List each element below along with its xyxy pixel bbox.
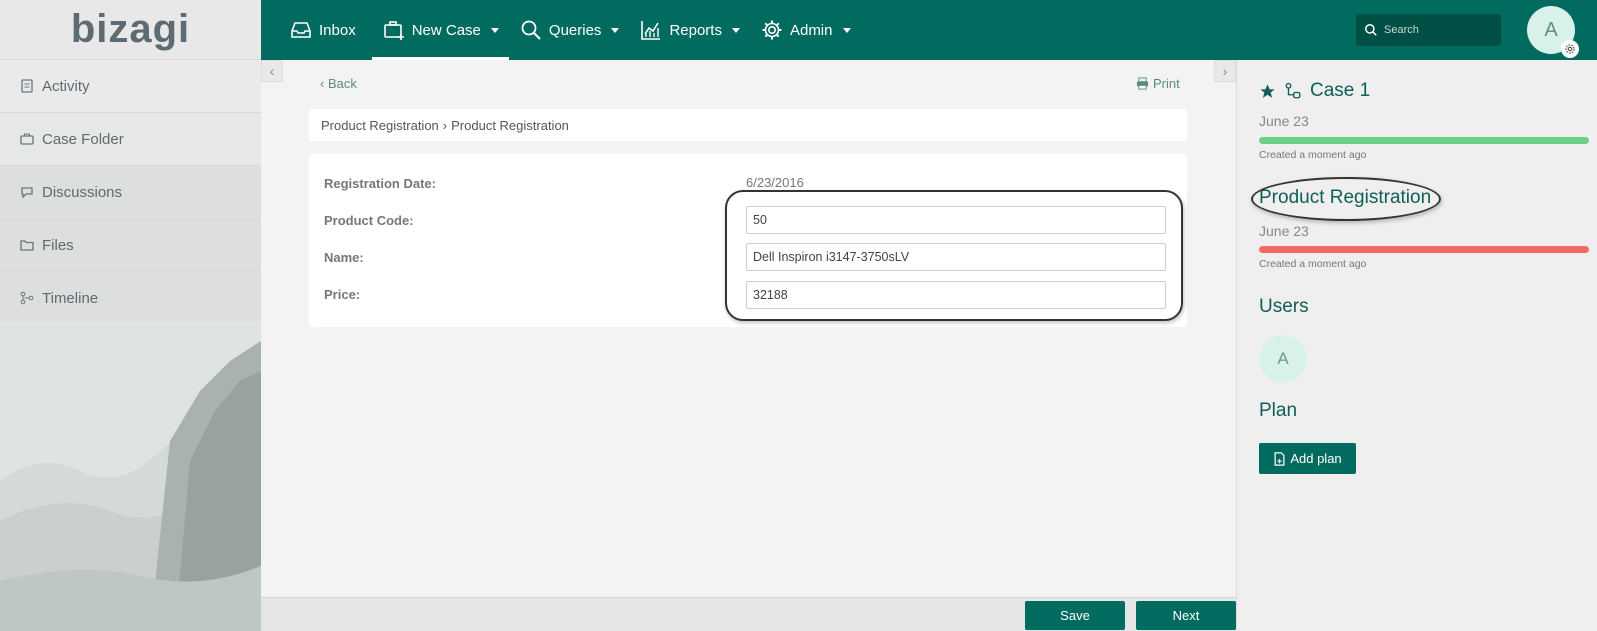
sidebar-item-files[interactable]: Files bbox=[0, 219, 261, 272]
inbox-icon bbox=[291, 22, 311, 38]
new-case-icon bbox=[383, 21, 404, 40]
nav-queries[interactable]: Queries bbox=[509, 0, 630, 60]
name-input[interactable] bbox=[746, 243, 1166, 271]
nav-reports-label: Reports bbox=[669, 21, 722, 39]
process-icon bbox=[1285, 82, 1301, 99]
back-link[interactable]: ‹ Back bbox=[320, 76, 357, 91]
case-summary-panel: Case 1 June 23 Created a moment ago Prod… bbox=[1236, 60, 1597, 631]
nav-inbox-label: Inbox bbox=[319, 21, 356, 39]
sidebar-item-label: Activity bbox=[42, 77, 90, 95]
search-input[interactable] bbox=[1384, 24, 1494, 36]
back-label: Back bbox=[327, 76, 357, 91]
search-icon bbox=[1365, 24, 1377, 36]
plan-section-title: Plan bbox=[1259, 400, 1298, 421]
top-navbar: Inbox New Case Queries Reports Admin A bbox=[261, 0, 1597, 60]
gear-icon bbox=[762, 20, 782, 40]
folder-icon bbox=[20, 240, 34, 251]
print-link[interactable]: Print bbox=[1136, 76, 1180, 91]
nav-reports[interactable]: Reports bbox=[629, 0, 750, 60]
name-label: Name: bbox=[324, 250, 364, 265]
users-section-title: Users bbox=[1259, 296, 1309, 317]
price-label: Price: bbox=[324, 287, 361, 302]
price-input[interactable] bbox=[746, 281, 1166, 309]
product-code-input[interactable] bbox=[746, 206, 1166, 234]
sidebar-item-label: Timeline bbox=[42, 289, 99, 307]
nav-inbox[interactable]: Inbox bbox=[279, 0, 366, 60]
nav-new-case[interactable]: New Case bbox=[371, 0, 510, 60]
add-plan-button[interactable]: Add plan bbox=[1259, 443, 1356, 474]
chevron-left-icon: ‹ bbox=[320, 76, 328, 91]
breadcrumb: Product Registration › Product Registrat… bbox=[309, 109, 1187, 141]
collapse-right-icon[interactable]: › bbox=[1214, 60, 1236, 82]
case-progress-bar bbox=[1259, 137, 1589, 144]
case-date: June 23 bbox=[1259, 113, 1309, 129]
sidebar-item-case-folder[interactable]: Case Folder bbox=[0, 113, 261, 166]
printer-icon bbox=[1136, 77, 1149, 90]
sidebar-item-discussions[interactable]: Discussions bbox=[0, 166, 261, 219]
task-progress-bar bbox=[1259, 246, 1589, 253]
case-title: Case 1 bbox=[1310, 80, 1371, 101]
timeline-icon bbox=[20, 291, 34, 305]
registration-date-value: 6/23/2016 bbox=[746, 175, 804, 190]
registration-date-label: Registration Date: bbox=[324, 176, 436, 191]
sidebar-item-label: Case Folder bbox=[42, 130, 124, 148]
settings-gear-icon[interactable] bbox=[1561, 40, 1579, 58]
chevron-down-icon bbox=[611, 27, 620, 33]
next-button[interactable]: Next bbox=[1136, 601, 1236, 630]
nav-queries-label: Queries bbox=[548, 21, 602, 39]
task-highlight-annotation bbox=[1251, 177, 1441, 221]
case-created-text: Created a moment ago bbox=[1259, 149, 1367, 161]
chevron-down-icon bbox=[731, 27, 740, 33]
search-icon bbox=[521, 20, 541, 40]
star-icon[interactable] bbox=[1259, 83, 1276, 100]
sidebar-item-timeline[interactable]: Timeline bbox=[0, 272, 261, 325]
sidebar-item-label: Files bbox=[42, 236, 74, 254]
case-folder-icon bbox=[20, 133, 34, 145]
case-header: Case 1 bbox=[1259, 80, 1370, 102]
breadcrumb-item[interactable]: Product Registration bbox=[451, 118, 569, 133]
avatar-initial: A bbox=[1544, 18, 1558, 41]
mountain-background-image bbox=[0, 321, 261, 631]
form-card: Registration Date: 6/23/2016 Product Cod… bbox=[309, 154, 1187, 327]
sidebar-item-label: Discussions bbox=[42, 183, 123, 201]
sidebar-item-activity[interactable]: Activity bbox=[0, 60, 261, 113]
main-content: ‹ › ‹ Back Print Product Registration › … bbox=[261, 60, 1236, 597]
chevron-down-icon bbox=[490, 27, 499, 33]
nav-admin[interactable]: Admin bbox=[750, 0, 861, 60]
task-created-text: Created a moment ago bbox=[1259, 258, 1367, 270]
breadcrumb-item[interactable]: Product Registration bbox=[321, 118, 439, 133]
task-date: June 23 bbox=[1259, 223, 1309, 239]
add-document-icon bbox=[1274, 451, 1285, 466]
chart-icon bbox=[641, 21, 661, 40]
search-box[interactable] bbox=[1356, 14, 1501, 46]
add-plan-label: Add plan bbox=[1290, 451, 1342, 466]
breadcrumb-separator: › bbox=[442, 117, 448, 133]
left-sidebar: bizagi Activity Case Folder Discussions … bbox=[0, 0, 261, 631]
product-code-label: Product Code: bbox=[324, 213, 414, 228]
action-footer: Save Next bbox=[261, 597, 1236, 631]
clipboard-icon bbox=[21, 79, 33, 93]
nav-new-case-label: New Case bbox=[411, 21, 481, 39]
assigned-user-avatar[interactable]: A bbox=[1259, 335, 1307, 383]
bizagi-logo[interactable]: bizagi bbox=[0, 0, 261, 60]
save-button[interactable]: Save bbox=[1025, 601, 1125, 630]
user-avatar[interactable]: A bbox=[1527, 6, 1579, 58]
avatar-initial: A bbox=[1277, 349, 1289, 368]
chat-bubble-icon bbox=[21, 187, 33, 199]
nav-admin-label: Admin bbox=[789, 21, 833, 39]
collapse-left-icon[interactable]: ‹ bbox=[261, 60, 283, 82]
chevron-down-icon bbox=[842, 27, 851, 33]
print-label: Print bbox=[1153, 76, 1180, 91]
